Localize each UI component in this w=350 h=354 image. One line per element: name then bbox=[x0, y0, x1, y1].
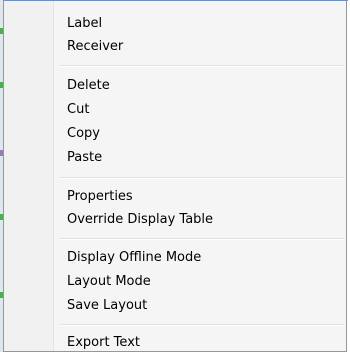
menu-item-display-offline-mode[interactable]: Display Offline Mode bbox=[6, 247, 344, 269]
menu-item-layout-mode[interactable]: Layout Mode bbox=[6, 271, 344, 293]
menu-item-label[interactable]: Label bbox=[6, 13, 344, 35]
menu-item-cut[interactable]: Cut bbox=[6, 99, 344, 121]
menu-item-override-display-table[interactable]: Override Display Table bbox=[6, 209, 344, 231]
menu-item-copy[interactable]: Copy bbox=[6, 123, 344, 145]
menu-separator bbox=[60, 177, 344, 179]
menu-separator bbox=[60, 324, 344, 326]
menu-item-properties[interactable]: Properties bbox=[6, 186, 344, 208]
menu-item-delete[interactable]: Delete bbox=[6, 75, 344, 97]
menu-item-export-text[interactable]: Export Text bbox=[6, 332, 344, 354]
context-menu: Label Receiver Delete Cut Copy Paste Pro… bbox=[3, 1, 347, 352]
menu-item-receiver[interactable]: Receiver bbox=[6, 36, 344, 58]
menu-item-paste[interactable]: Paste bbox=[6, 147, 344, 169]
menu-item-save-layout[interactable]: Save Layout bbox=[6, 295, 344, 317]
menu-separator bbox=[60, 238, 344, 240]
menu-separator bbox=[60, 65, 344, 67]
